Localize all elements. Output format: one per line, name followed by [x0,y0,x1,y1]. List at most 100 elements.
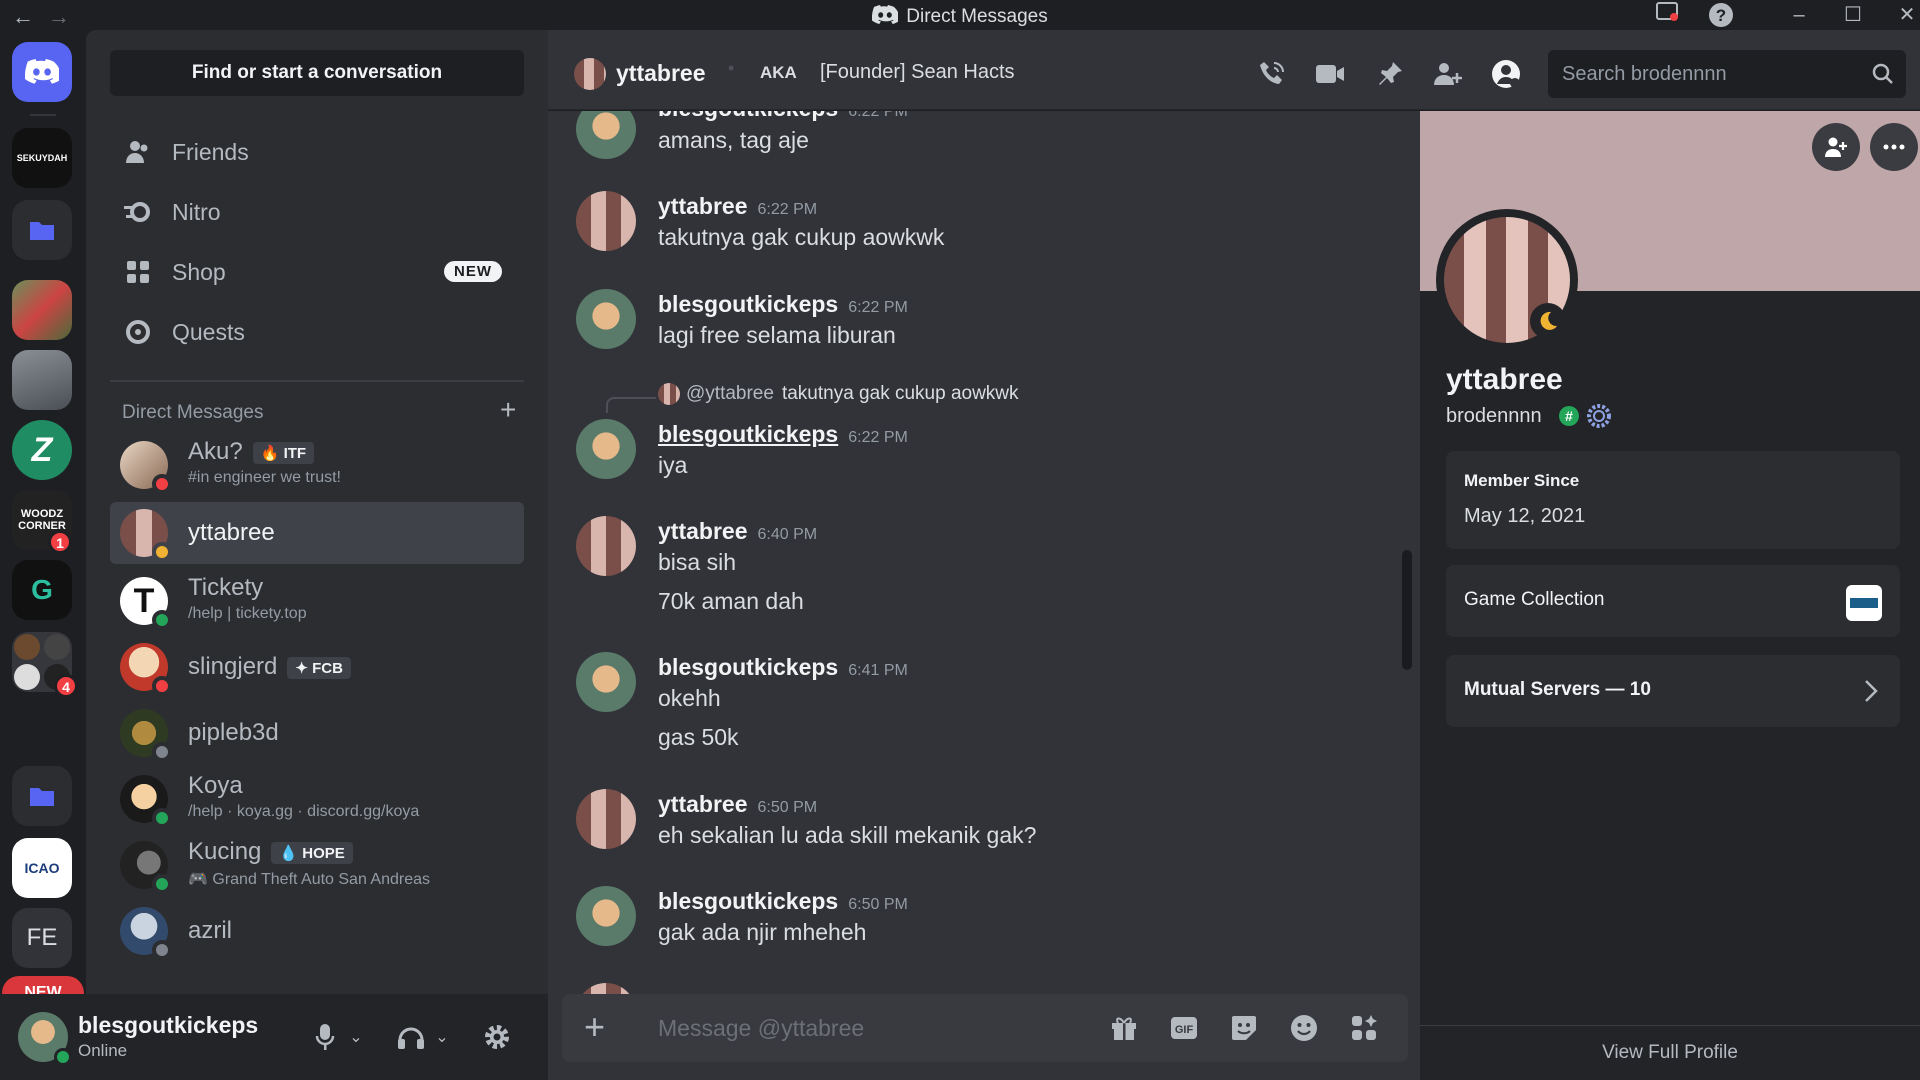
message-avatar[interactable] [576,652,636,712]
message-timestamp: 6:50 PM [757,799,818,816]
unread-badge: 1 [48,530,72,554]
server-folder[interactable] [12,766,72,826]
aka-alias: [Founder] Sean Hacts [820,61,1015,83]
dm-item[interactable]: Aku? 🔥 ITF #in engineer we trust! [110,434,524,496]
status-online-icon [152,610,172,630]
settings-gear-icon[interactable] [480,1020,514,1054]
server-icon[interactable]: G [12,560,72,620]
message-avatar[interactable] [576,111,636,159]
message-header: yttabree 6:22 PM [658,193,817,220]
headphones-icon[interactable] [394,1020,428,1054]
message-avatar[interactable] [576,886,636,946]
message-author[interactable]: blesgoutkickeps [658,421,838,447]
message-avatar[interactable] [576,516,636,576]
message-author[interactable]: yttabree [658,518,747,544]
dm-item[interactable]: pipleb3d [110,702,524,764]
profile-display-name: yttabree [1446,363,1563,396]
sticker-icon[interactable] [1226,1010,1262,1046]
upload-plus-icon[interactable]: + [584,1006,605,1048]
message-avatar[interactable] [576,983,636,994]
server-sekuydah[interactable]: SEKUYDAH [12,128,72,188]
message-composer[interactable]: + Message @yttabree GIF [562,994,1408,1062]
video-call-icon[interactable] [1312,56,1348,92]
message-list: blesgoutkickeps 6:22 PM amans, tag aje yt… [548,111,1420,994]
voice-call-icon[interactable] [1254,56,1290,92]
view-full-profile-button[interactable]: View Full Profile [1420,1025,1920,1080]
server-label: G [31,574,53,605]
nav-label: Nitro [172,198,221,225]
inbox-icon[interactable] [1654,2,1680,28]
add-friends-to-dm-icon[interactable] [1430,56,1466,92]
nav-nitro[interactable]: Nitro [110,186,524,238]
message-header: yttabree 6:50 PM [658,791,817,818]
microphone-icon[interactable] [308,1020,342,1054]
mutual-servers-card[interactable]: Mutual Servers — 10 [1446,655,1900,727]
message-author[interactable]: yttabree [658,791,747,817]
message-avatar[interactable] [576,191,636,251]
dm-item-active[interactable]: yttabree [110,502,524,564]
reply-text: takutnya gak cukup aowkwk [781,383,1019,404]
unread-badge: 4 [54,674,78,698]
search-input[interactable]: Search brodennnn [1548,50,1906,98]
message-header: blesgoutkickeps 6:22 PM [658,111,908,122]
dm-item[interactable]: Koya /help · koya.gg · discord.gg/koya [110,768,524,830]
message-avatar[interactable] [576,419,636,479]
chevron-down-icon[interactable]: ⌄ [432,1020,452,1054]
gamepad-icon: 🎮 [188,871,208,888]
message-text: gak ada njir mheheh [658,919,867,945]
chevron-down-icon[interactable]: ⌄ [346,1020,366,1054]
user-status: Online [78,1041,128,1060]
create-dm-plus-icon[interactable]: + [500,394,516,426]
home-button[interactable] [12,42,72,102]
sidebar-divider [110,380,524,382]
chat-scrollbar[interactable] [1402,550,1412,670]
server-fe[interactable]: FE [12,908,72,968]
apps-icon[interactable] [1346,1010,1382,1046]
nitro-badge-icon[interactable] [1586,403,1612,429]
message-header: blesgoutkickeps 6:22 PM [658,291,908,318]
user-profile-toggle-icon[interactable] [1488,56,1524,92]
dm-item[interactable]: slingjerd ✦ FCB [110,636,524,698]
svg-text:#: # [1565,408,1573,424]
dm-item[interactable]: T Tickety /help | tickety.top [110,570,524,632]
chevron-right-icon [1865,680,1878,702]
message-avatar[interactable] [576,289,636,349]
header-username[interactable]: yttabree [616,60,705,87]
server-icao[interactable]: ICAO [12,838,72,898]
close-icon[interactable]: ✕ [1894,2,1920,28]
message-author[interactable]: blesgoutkickeps [658,888,838,914]
message-avatar[interactable] [576,789,636,849]
message-author[interactable]: blesgoutkickeps [658,111,838,121]
server-icon[interactable]: Z [12,420,72,480]
add-friend-icon[interactable] [1812,123,1860,171]
find-conversation-button[interactable]: Find or start a conversation [110,50,524,96]
message-author[interactable]: blesgoutkickeps [658,291,838,317]
clan-tag: ✦ FCB [287,656,351,679]
minimize-icon[interactable]: – [1786,2,1812,28]
server-folder[interactable] [12,200,72,260]
help-icon[interactable]: ? [1708,2,1734,28]
message-text: gas 50k [658,724,739,750]
server-icon[interactable] [12,350,72,410]
gif-icon[interactable]: GIF [1166,1010,1202,1046]
reply-preview[interactable]: @yttabree takutnya gak cukup aowkwk [658,383,1019,405]
gift-icon[interactable] [1106,1010,1142,1046]
message-author[interactable]: blesgoutkickeps [658,654,838,680]
nav-friends[interactable]: Friends [110,126,524,178]
user-name: blesgoutkickeps [78,1012,259,1038]
server-icon[interactable] [12,280,72,340]
emoji-icon[interactable] [1286,1010,1322,1046]
maximize-icon[interactable]: ☐ [1840,2,1866,28]
game-collection-card[interactable]: Game Collection [1446,565,1900,637]
message-input[interactable]: Message @yttabree [658,1015,864,1042]
dm-status-text: /help | tickety.top [188,605,307,622]
dm-item[interactable]: azril [110,900,524,962]
nav-quests[interactable]: Quests [110,306,524,358]
message-author[interactable]: yttabree [658,193,747,219]
pinned-messages-icon[interactable] [1372,56,1408,92]
hashtag-badge-icon[interactable]: # [1558,405,1580,427]
more-options-icon[interactable] [1870,123,1918,171]
nav-shop[interactable]: Shop NEW [110,246,524,298]
nitro-icon [124,198,152,226]
dm-item[interactable]: Kucing 💧 HOPE 🎮 Grand Theft Auto San Andr… [110,834,524,896]
